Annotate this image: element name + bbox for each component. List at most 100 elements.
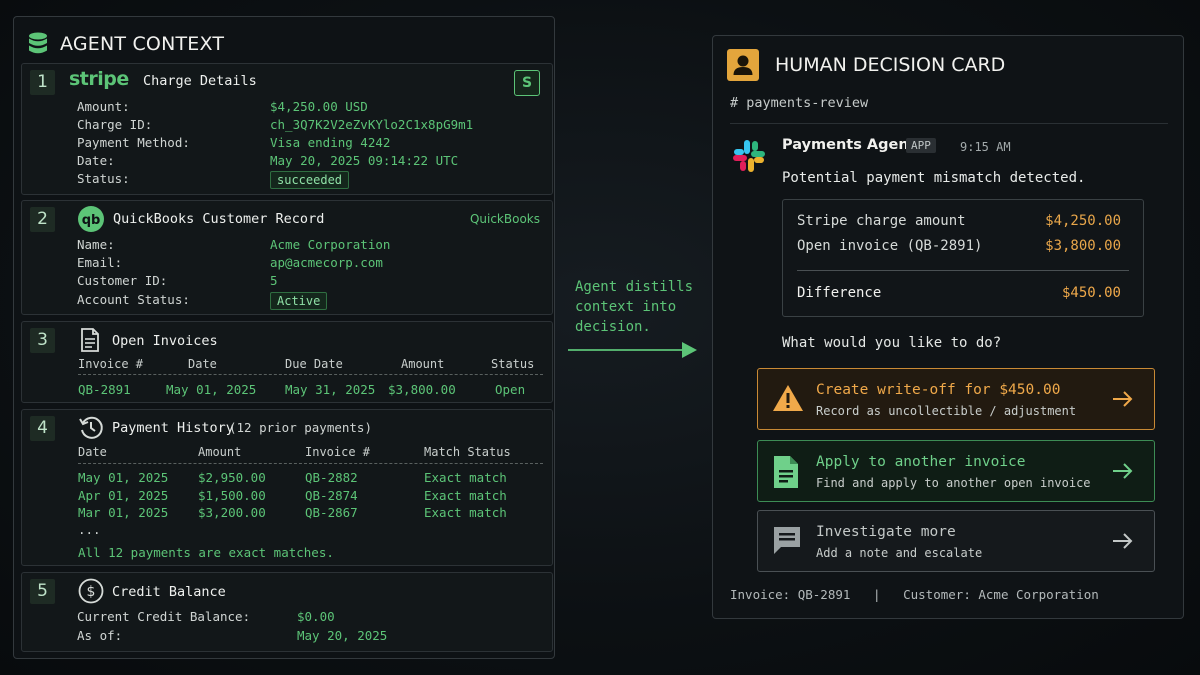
history-date-cell: May 01, 2025 <box>78 470 169 485</box>
invoice-number-cell: QB-2891 <box>78 382 131 397</box>
difference-value: $450.00 <box>1061 285 1121 301</box>
invoice-date-cell: May 01, 2025 <box>166 382 257 397</box>
column-header: Amount <box>198 445 242 459</box>
field-label: Amount: <box>77 99 130 114</box>
difference-label: Difference <box>797 285 882 301</box>
svg-text:qb: qb <box>82 213 101 228</box>
section-title: QuickBooks Customer Record <box>113 211 325 227</box>
table-divider <box>78 374 543 375</box>
section-subtitle: (12 prior payments) <box>229 420 372 435</box>
field-label: As of: <box>77 628 123 643</box>
column-header: Amount <box>401 357 445 371</box>
arrow-right-icon <box>1113 463 1133 479</box>
right-arrow-icon <box>568 342 697 358</box>
invoice-status-cell: Open <box>495 382 526 397</box>
history-invoice-cell: QB-2867 <box>305 505 358 520</box>
as-of-value: May 20, 2025 <box>297 628 388 643</box>
summary-label: Open invoice (QB-2891) <box>797 238 983 254</box>
column-header: Due Date <box>285 357 343 371</box>
section-title: Open Invoices <box>112 333 218 349</box>
comment-icon <box>774 527 800 554</box>
slack-icon <box>733 140 765 172</box>
customer-id-value: 5 <box>270 273 278 288</box>
payment-method-value: Visa ending 4242 <box>270 135 391 150</box>
column-header: Status <box>491 357 535 371</box>
history-match-cell: Exact match <box>424 505 507 520</box>
history-invoice-cell: QB-2874 <box>305 488 358 503</box>
history-note: All 12 payments are exact matches. <box>78 545 334 560</box>
field-label: Date: <box>77 153 115 168</box>
summary-label: Stripe charge amount <box>797 213 966 229</box>
action-subtitle: Add a note and escalate <box>816 546 983 560</box>
column-header: Invoice # <box>78 357 144 371</box>
history-amount-cell: $2,950.00 <box>198 470 266 485</box>
summary-row-stripe: Stripe charge amount $4,250.00 <box>797 213 1121 229</box>
user-icon <box>727 49 759 81</box>
agent-context-header: AGENT CONTEXT <box>28 29 224 59</box>
invoice-due-cell: May 31, 2025 <box>285 382 376 397</box>
card-title: HUMAN DECISION CARD <box>775 54 1006 76</box>
section-number: 5 <box>30 579 55 604</box>
account-status-badge: Active <box>270 292 328 310</box>
history-icon <box>79 416 103 439</box>
invoice-amount-cell: $3,800.00 <box>388 382 456 397</box>
open-invoices-section: 3 Open Invoices Invoice # Date Due Date … <box>21 321 553 403</box>
section-number: 3 <box>30 328 55 353</box>
svg-text:$: $ <box>87 584 96 600</box>
section-number: 1 <box>30 70 55 95</box>
channel-name[interactable]: # payments-review <box>730 95 868 111</box>
history-invoice-cell: QB-2882 <box>305 470 358 485</box>
charge-id-value: ch_3Q7K2V2eZvKYlo2C1x8pG9m1 <box>270 117 474 132</box>
history-match-cell: Exact match <box>424 470 507 485</box>
create-write-off-button[interactable]: Create write-off for $450.00 Record as u… <box>757 368 1155 430</box>
section-title: Charge Details <box>143 73 257 89</box>
human-decision-card: HUMAN DECISION CARD # payments-review Pa… <box>712 35 1184 619</box>
stripe-badge-icon: S <box>514 70 540 96</box>
amount-value: $4,250.00 USD <box>270 99 368 114</box>
action-title: Apply to another invoice <box>816 454 1026 470</box>
section-number: 2 <box>30 207 55 232</box>
stripe-logo: stripe <box>69 68 129 90</box>
message-text: Potential payment mismatch detected. <box>782 170 1086 186</box>
arrow-caption: Agent distills context into decision. <box>575 277 693 337</box>
column-header: Date <box>188 357 217 371</box>
email-value: ap@acmecorp.com <box>270 255 383 270</box>
investigate-more-button[interactable]: Investigate more Add a note and escalate <box>757 510 1155 572</box>
footer-customer: Customer: Acme Corporation <box>903 587 1099 602</box>
mismatch-summary: Stripe charge amount $4,250.00 Open invo… <box>782 199 1144 317</box>
warning-icon <box>773 385 803 411</box>
arrow-caption-line: decision. <box>575 319 651 335</box>
field-label: Status: <box>77 171 130 186</box>
date-value: May 20, 2025 09:14:22 UTC <box>270 153 459 168</box>
sender-name[interactable]: Payments Agent <box>782 137 916 153</box>
action-subtitle: Find and apply to another open invoice <box>816 476 1091 490</box>
quickbooks-brand: QuickBooks <box>469 212 540 226</box>
field-label: Customer ID: <box>77 273 168 288</box>
arrow-caption-line: Agent distills <box>575 279 694 295</box>
quickbooks-icon: qb <box>78 206 104 232</box>
credit-balance-value: $0.00 <box>297 609 335 624</box>
apply-to-another-invoice-button[interactable]: Apply to another invoice Find and apply … <box>757 440 1155 502</box>
footer-separator: | <box>873 587 881 602</box>
stripe-charge-section: 1 stripe Charge Details S Amount: $4,250… <box>21 63 553 195</box>
column-header: Date <box>78 445 107 459</box>
agent-context-title: AGENT CONTEXT <box>60 33 225 55</box>
summary-value: $3,800.00 <box>1045 238 1121 254</box>
table-divider <box>78 463 543 464</box>
history-amount-cell: $3,200.00 <box>198 505 266 520</box>
customer-name-value: Acme Corporation <box>270 237 391 252</box>
agent-context-panel: AGENT CONTEXT 1 stripe Charge Details S … <box>13 16 555 659</box>
document-icon <box>774 456 798 488</box>
app-badge: APP <box>906 138 936 153</box>
dollar-icon: $ <box>78 578 104 604</box>
action-title: Investigate more <box>816 524 956 540</box>
history-match-cell: Exact match <box>424 488 507 503</box>
divider <box>730 123 1168 124</box>
field-label: Payment Method: <box>77 135 190 150</box>
arrow-right-icon <box>1113 533 1133 549</box>
summary-row-difference: Difference $450.00 <box>797 285 1121 301</box>
history-date-cell: Mar 01, 2025 <box>78 505 169 520</box>
database-icon <box>29 32 47 54</box>
arrow-caption-line: context into <box>575 299 677 315</box>
field-label: Name: <box>77 237 115 252</box>
